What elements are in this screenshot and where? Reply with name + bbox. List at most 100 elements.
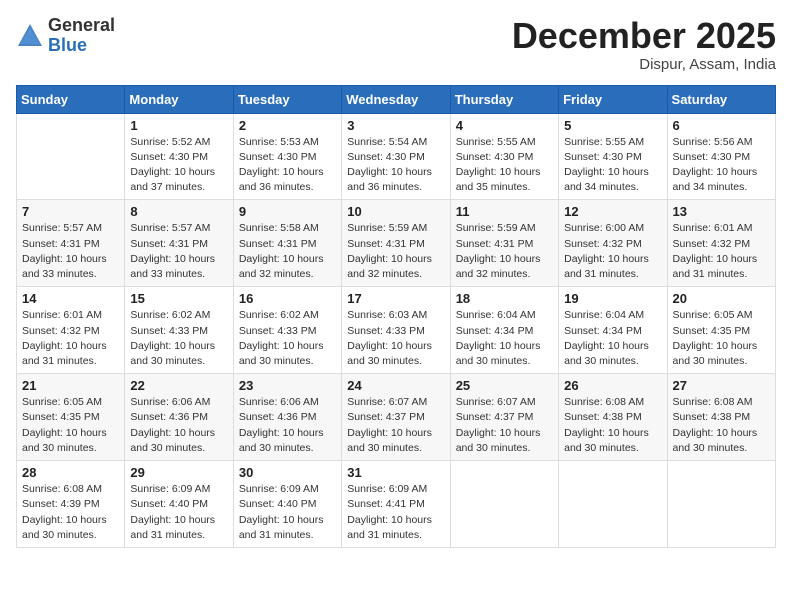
day-cell: 29 Sunrise: 6:09 AMSunset: 4:40 PMDayligh… xyxy=(125,461,233,548)
day-number: 20 xyxy=(673,291,770,306)
day-info: Sunrise: 6:01 AMSunset: 4:32 PMDaylight:… xyxy=(673,221,770,282)
day-cell xyxy=(450,461,558,548)
day-cell: 15 Sunrise: 6:02 AMSunset: 4:33 PMDayligh… xyxy=(125,287,233,374)
day-info: Sunrise: 5:56 AMSunset: 4:30 PMDaylight:… xyxy=(673,135,770,196)
logo-blue-text: Blue xyxy=(48,36,115,56)
day-cell: 24 Sunrise: 6:07 AMSunset: 4:37 PMDayligh… xyxy=(342,374,450,461)
day-number: 23 xyxy=(239,378,336,393)
day-number: 8 xyxy=(130,204,227,219)
day-cell: 31 Sunrise: 6:09 AMSunset: 4:41 PMDayligh… xyxy=(342,461,450,548)
day-info: Sunrise: 6:07 AMSunset: 4:37 PMDaylight:… xyxy=(456,395,553,456)
col-header-friday: Friday xyxy=(559,85,667,113)
col-header-sunday: Sunday xyxy=(17,85,125,113)
week-row-4: 21 Sunrise: 6:05 AMSunset: 4:35 PMDayligh… xyxy=(17,374,776,461)
col-header-tuesday: Tuesday xyxy=(233,85,341,113)
day-cell: 20 Sunrise: 6:05 AMSunset: 4:35 PMDayligh… xyxy=(667,287,775,374)
day-number: 24 xyxy=(347,378,444,393)
day-number: 17 xyxy=(347,291,444,306)
day-number: 31 xyxy=(347,465,444,480)
day-number: 25 xyxy=(456,378,553,393)
col-header-monday: Monday xyxy=(125,85,233,113)
month-title: December 2025 xyxy=(512,16,776,56)
day-info: Sunrise: 5:55 AMSunset: 4:30 PMDaylight:… xyxy=(456,135,553,196)
day-number: 22 xyxy=(130,378,227,393)
week-row-1: 1 Sunrise: 5:52 AMSunset: 4:30 PMDaylight… xyxy=(17,113,776,200)
logo: General Blue xyxy=(16,16,115,56)
day-info: Sunrise: 6:06 AMSunset: 4:36 PMDaylight:… xyxy=(130,395,227,456)
day-number: 1 xyxy=(130,118,227,133)
day-number: 4 xyxy=(456,118,553,133)
day-cell: 8 Sunrise: 5:57 AMSunset: 4:31 PMDaylight… xyxy=(125,200,233,287)
day-info: Sunrise: 5:58 AMSunset: 4:31 PMDaylight:… xyxy=(239,221,336,282)
day-info: Sunrise: 6:01 AMSunset: 4:32 PMDaylight:… xyxy=(22,308,119,369)
day-cell: 26Sunrise: 6:08 AMSunset: 4:38 PMDayligh… xyxy=(559,374,667,461)
day-info: Sunrise: 5:59 AMSunset: 4:31 PMDaylight:… xyxy=(456,221,553,282)
day-number: 9 xyxy=(239,204,336,219)
logo-icon xyxy=(16,22,44,50)
day-info: Sunrise: 6:02 AMSunset: 4:33 PMDaylight:… xyxy=(130,308,227,369)
day-number: 3 xyxy=(347,118,444,133)
day-number: 28 xyxy=(22,465,119,480)
day-number: 14 xyxy=(22,291,119,306)
day-info: Sunrise: 5:55 AMSunset: 4:30 PMDaylight:… xyxy=(564,135,661,196)
day-info: Sunrise: 5:59 AMSunset: 4:31 PMDaylight:… xyxy=(347,221,444,282)
day-info: Sunrise: 6:09 AMSunset: 4:41 PMDaylight:… xyxy=(347,482,444,543)
day-cell: 10Sunrise: 5:59 AMSunset: 4:31 PMDayligh… xyxy=(342,200,450,287)
calendar-table: SundayMondayTuesdayWednesdayThursdayFrid… xyxy=(16,85,776,548)
day-info: Sunrise: 6:04 AMSunset: 4:34 PMDaylight:… xyxy=(564,308,661,369)
day-cell: 17Sunrise: 6:03 AMSunset: 4:33 PMDayligh… xyxy=(342,287,450,374)
day-info: Sunrise: 6:09 AMSunset: 4:40 PMDaylight:… xyxy=(130,482,227,543)
day-number: 21 xyxy=(22,378,119,393)
day-number: 16 xyxy=(239,291,336,306)
day-cell: 27Sunrise: 6:08 AMSunset: 4:38 PMDayligh… xyxy=(667,374,775,461)
day-number: 6 xyxy=(673,118,770,133)
day-info: Sunrise: 5:52 AMSunset: 4:30 PMDaylight:… xyxy=(130,135,227,196)
day-cell: 19 Sunrise: 6:04 AMSunset: 4:34 PMDayligh… xyxy=(559,287,667,374)
location-subtitle: Dispur, Assam, India xyxy=(512,56,776,73)
day-number: 13 xyxy=(673,204,770,219)
day-info: Sunrise: 6:08 AMSunset: 4:39 PMDaylight:… xyxy=(22,482,119,543)
day-info: Sunrise: 6:00 AMSunset: 4:32 PMDaylight:… xyxy=(564,221,661,282)
col-header-wednesday: Wednesday xyxy=(342,85,450,113)
day-cell: 2 Sunrise: 5:53 AMSunset: 4:30 PMDaylight… xyxy=(233,113,341,200)
day-info: Sunrise: 6:02 AMSunset: 4:33 PMDaylight:… xyxy=(239,308,336,369)
day-info: Sunrise: 6:08 AMSunset: 4:38 PMDaylight:… xyxy=(673,395,770,456)
day-cell: 16 Sunrise: 6:02 AMSunset: 4:33 PMDayligh… xyxy=(233,287,341,374)
day-cell: 28 Sunrise: 6:08 AMSunset: 4:39 PMDayligh… xyxy=(17,461,125,548)
week-row-5: 28 Sunrise: 6:08 AMSunset: 4:39 PMDayligh… xyxy=(17,461,776,548)
day-info: Sunrise: 6:05 AMSunset: 4:35 PMDaylight:… xyxy=(22,395,119,456)
day-info: Sunrise: 6:07 AMSunset: 4:37 PMDaylight:… xyxy=(347,395,444,456)
day-number: 7 xyxy=(22,204,119,219)
day-cell: 30Sunrise: 6:09 AMSunset: 4:40 PMDayligh… xyxy=(233,461,341,548)
week-row-3: 14 Sunrise: 6:01 AMSunset: 4:32 PMDayligh… xyxy=(17,287,776,374)
day-number: 5 xyxy=(564,118,661,133)
day-cell: 4 Sunrise: 5:55 AMSunset: 4:30 PMDaylight… xyxy=(450,113,558,200)
title-block: December 2025 Dispur, Assam, India xyxy=(512,16,776,73)
day-number: 30 xyxy=(239,465,336,480)
day-info: Sunrise: 6:06 AMSunset: 4:36 PMDaylight:… xyxy=(239,395,336,456)
col-header-saturday: Saturday xyxy=(667,85,775,113)
day-cell: 14 Sunrise: 6:01 AMSunset: 4:32 PMDayligh… xyxy=(17,287,125,374)
day-info: Sunrise: 5:57 AMSunset: 4:31 PMDaylight:… xyxy=(130,221,227,282)
day-cell xyxy=(17,113,125,200)
day-info: Sunrise: 5:53 AMSunset: 4:30 PMDaylight:… xyxy=(239,135,336,196)
day-cell: 3Sunrise: 5:54 AMSunset: 4:30 PMDaylight… xyxy=(342,113,450,200)
day-cell: 6 Sunrise: 5:56 AMSunset: 4:30 PMDaylight… xyxy=(667,113,775,200)
day-number: 15 xyxy=(130,291,227,306)
day-info: Sunrise: 6:04 AMSunset: 4:34 PMDaylight:… xyxy=(456,308,553,369)
day-info: Sunrise: 6:08 AMSunset: 4:38 PMDaylight:… xyxy=(564,395,661,456)
day-number: 2 xyxy=(239,118,336,133)
day-cell: 13 Sunrise: 6:01 AMSunset: 4:32 PMDayligh… xyxy=(667,200,775,287)
day-cell: 25 Sunrise: 6:07 AMSunset: 4:37 PMDayligh… xyxy=(450,374,558,461)
day-number: 19 xyxy=(564,291,661,306)
day-cell: 22 Sunrise: 6:06 AMSunset: 4:36 PMDayligh… xyxy=(125,374,233,461)
day-number: 29 xyxy=(130,465,227,480)
day-cell: 5 Sunrise: 5:55 AMSunset: 4:30 PMDaylight… xyxy=(559,113,667,200)
day-info: Sunrise: 5:57 AMSunset: 4:31 PMDaylight:… xyxy=(22,221,119,282)
day-cell xyxy=(667,461,775,548)
page-header: General Blue December 2025 Dispur, Assam… xyxy=(16,16,776,73)
day-info: Sunrise: 6:05 AMSunset: 4:35 PMDaylight:… xyxy=(673,308,770,369)
day-number: 18 xyxy=(456,291,553,306)
day-cell: 23 Sunrise: 6:06 AMSunset: 4:36 PMDayligh… xyxy=(233,374,341,461)
day-cell: 9 Sunrise: 5:58 AMSunset: 4:31 PMDaylight… xyxy=(233,200,341,287)
